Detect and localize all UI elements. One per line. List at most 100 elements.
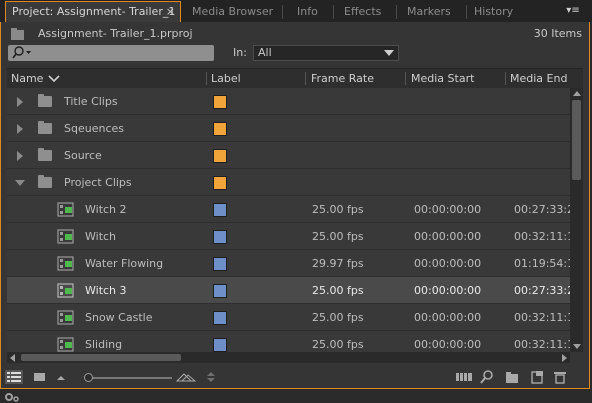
scrollbar-thumb[interactable]	[572, 100, 581, 180]
folder-icon	[38, 175, 52, 188]
folder-icon	[38, 121, 52, 134]
icon-view-icon[interactable]	[33, 370, 47, 384]
search-input[interactable]	[8, 45, 214, 61]
scrollbar-thumb[interactable]	[21, 354, 181, 361]
list-view-icon[interactable]	[5, 370, 23, 384]
item-name: Witch 3	[85, 284, 127, 297]
column-name[interactable]: Name	[11, 69, 43, 88]
vertical-scrollbar[interactable]	[570, 88, 583, 352]
sort-icon[interactable]	[205, 370, 217, 384]
collapse-triangle-icon[interactable]	[15, 180, 25, 186]
list-item[interactable]: Project Clips	[7, 169, 570, 196]
label-color-swatch[interactable]	[213, 203, 227, 217]
tab-markers[interactable]: Markers	[401, 2, 463, 22]
list-item[interactable]: Witch 2 25.00 fps 00:00:00:00 00:27:33:2…	[7, 196, 570, 223]
zoom-in-icon[interactable]	[176, 370, 196, 384]
list-item[interactable]: Witch 25.00 fps 00:00:00:00 00:32:11:15	[7, 223, 570, 250]
scroll-down-icon[interactable]	[573, 344, 581, 349]
expand-triangle-icon[interactable]	[17, 151, 23, 161]
tab-markers-label: Markers	[407, 5, 451, 18]
new-bin-icon[interactable]	[505, 370, 519, 384]
scroll-up-icon[interactable]	[573, 91, 581, 96]
scroll-right-icon[interactable]	[562, 354, 567, 362]
list-item[interactable]: Source	[7, 142, 570, 169]
tab-info-label: Info	[297, 5, 318, 18]
zoom-slider[interactable]	[84, 373, 172, 382]
list-item[interactable]: Snow Castle 25.00 fps 00:00:00:00 00:32:…	[7, 304, 570, 331]
tab-media-browser[interactable]: Media Browser	[186, 2, 282, 22]
horizontal-scrollbar[interactable]	[7, 352, 570, 363]
tab-history[interactable]: History	[468, 2, 530, 22]
column-frame-rate[interactable]: Frame Rate	[311, 69, 374, 88]
media-start-cell: 00:00:00:00	[414, 338, 482, 351]
folder-icon	[38, 148, 52, 161]
frame-rate-cell: 25.00 fps	[312, 230, 364, 243]
find-icon[interactable]	[480, 370, 494, 384]
automate-to-sequence-icon[interactable]	[455, 370, 473, 384]
new-item-icon[interactable]	[530, 370, 544, 384]
video-clip-icon	[57, 229, 74, 244]
list-item[interactable]: Water Flowing 29.97 fps 00:00:00:00 01:1…	[7, 250, 570, 277]
project-filename: Assignment- Trailer_1.prproj	[38, 27, 193, 40]
scroll-left-icon[interactable]	[10, 354, 15, 362]
column-divider[interactable]	[505, 72, 506, 85]
project-file-icon	[11, 28, 24, 40]
status-bar	[0, 389, 592, 403]
tab-divider	[466, 5, 467, 19]
column-divider[interactable]	[206, 72, 207, 85]
column-media-end[interactable]: Media End	[510, 69, 567, 88]
label-color-swatch[interactable]	[213, 338, 227, 352]
expand-triangle-icon[interactable]	[17, 124, 23, 134]
item-count: 30 Items	[533, 27, 582, 40]
column-label[interactable]: Label	[211, 69, 241, 88]
close-icon[interactable]: ×	[166, 2, 175, 22]
media-start-cell: 00:00:00:00	[414, 230, 482, 243]
media-end-cell: 00:32:11:15	[514, 311, 570, 324]
panel-menu-icon[interactable]: ▾≡	[562, 4, 584, 18]
label-color-swatch[interactable]	[213, 257, 227, 271]
label-color-swatch[interactable]	[213, 230, 227, 244]
tab-effects[interactable]: Effects	[338, 2, 396, 22]
list-item-selected[interactable]: Witch 3 25.00 fps 00:00:00:00 00:27:33:2…	[7, 277, 570, 304]
sort-descending-icon[interactable]	[48, 74, 60, 84]
item-name: Sqeuences	[64, 122, 124, 135]
tab-history-label: History	[474, 5, 514, 18]
label-color-swatch[interactable]	[213, 284, 227, 298]
label-color-swatch[interactable]	[213, 122, 227, 136]
list-item[interactable]: Title Clips	[7, 88, 570, 115]
gear-icon[interactable]	[3, 391, 21, 403]
expand-triangle-icon[interactable]	[17, 97, 23, 107]
column-divider[interactable]	[405, 72, 406, 85]
media-start-cell: 00:00:00:00	[414, 311, 482, 324]
label-color-swatch[interactable]	[213, 95, 227, 109]
label-color-swatch[interactable]	[213, 176, 227, 190]
tab-divider	[333, 5, 334, 19]
media-end-cell: 00:27:33:23	[514, 203, 570, 216]
item-name: Water Flowing	[85, 257, 164, 270]
video-clip-icon	[57, 202, 74, 217]
search-icon[interactable]	[11, 45, 33, 61]
item-name: Source	[64, 149, 102, 162]
list-item[interactable]: Sqeuences	[7, 115, 570, 142]
media-start-cell: 00:00:00:00	[414, 203, 482, 216]
column-divider[interactable]	[305, 72, 306, 85]
item-name: Witch 2	[85, 203, 127, 216]
label-color-swatch[interactable]	[213, 311, 227, 325]
label-color-swatch[interactable]	[213, 149, 227, 163]
tab-info[interactable]: Info	[291, 2, 333, 22]
media-end-cell: 00:27:33:23	[514, 284, 570, 297]
folder-icon	[38, 94, 52, 107]
tab-project[interactable]: Project: Assignment- Trailer_1 ×	[5, 1, 181, 22]
column-media-start[interactable]: Media Start	[411, 69, 474, 88]
frame-rate-cell: 25.00 fps	[312, 338, 364, 351]
in-filter-select[interactable]: All	[253, 45, 399, 61]
panel-tab-bar: Project: Assignment- Trailer_1 × Media B…	[0, 0, 592, 22]
column-header: Name Label Frame Rate Media Start Media …	[7, 68, 583, 89]
zoom-out-icon[interactable]	[56, 370, 66, 384]
frame-rate-cell: 25.00 fps	[312, 311, 364, 324]
clear-icon[interactable]	[553, 370, 567, 384]
tab-divider	[282, 5, 283, 19]
media-end-cell: 01:19:54:16	[514, 257, 570, 270]
zoom-slider-knob[interactable]	[84, 373, 93, 382]
list-item[interactable]: Sliding 25.00 fps 00:00:00:00 00:32:11:1…	[7, 331, 570, 352]
